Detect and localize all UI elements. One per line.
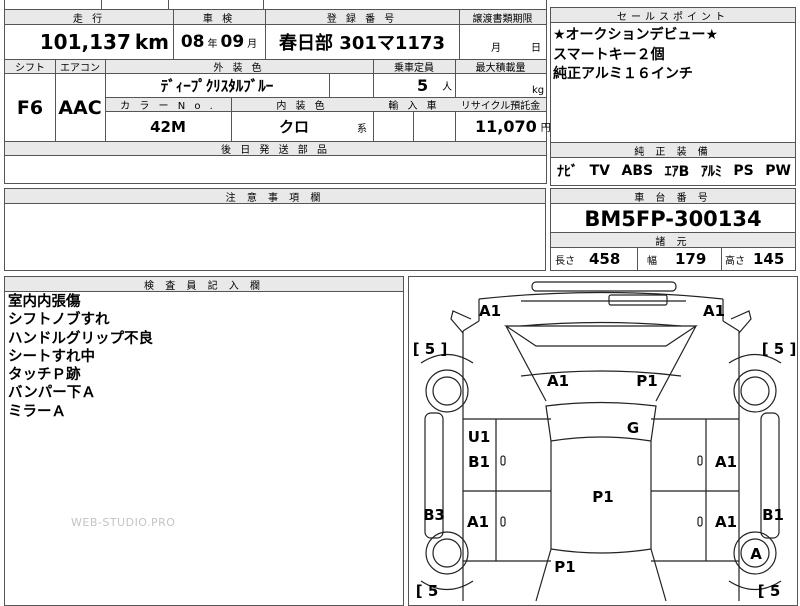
exterior-color-value: ﾃﾞｨｰﾌﾟｸﾘｽﾀﾙﾌﾞﾙｰ — [160, 77, 274, 95]
height-value: 145 — [753, 250, 785, 268]
inspector-note: シートすれ中 — [8, 348, 95, 365]
chassis-number: BM5FP-300134 — [584, 206, 762, 231]
max-load-header: 最大積載量 — [475, 63, 526, 74]
equipment-item: PW — [765, 163, 791, 179]
equipment-item: ﾅﾋﾞ — [557, 164, 578, 180]
width-field: 幅 179 — [647, 248, 706, 270]
recycle-field: 11,070 円 — [455, 112, 551, 141]
sales-point-box: セールスポイント ★オークションデビュー★ スマートキー２個 純正アルミ１６イン… — [550, 7, 796, 186]
damage-mark-trunk: P1 — [554, 558, 576, 576]
mileage-value: 101,137 — [39, 30, 131, 54]
shift-value: F6 — [16, 96, 44, 119]
watermark: WEB-STUDIO.PRO — [71, 516, 176, 529]
mileage-unit: km — [134, 30, 169, 54]
equipment-item: ｱﾙﾐ — [700, 164, 722, 180]
interior-color-value: クロ — [278, 118, 309, 136]
interior-color-header: 内 装 色 — [276, 101, 328, 112]
later-parts-header: 後 日 発 送 部 品 — [221, 145, 330, 156]
damage-mark-right-rear-door: A1 — [714, 513, 738, 531]
inspector-note: 室内内張傷 — [8, 294, 81, 310]
chassis-box: 車 台 番 号 BM5FP-300134 諸 元 長さ 458 幅 179 高さ… — [550, 188, 796, 271]
caution-box: 注 意 事 項 欄 — [4, 188, 546, 271]
aircon-value: AAC — [58, 96, 102, 119]
inspection-year-unit: 年 — [207, 38, 218, 50]
equipment-item: ｴｱB — [664, 164, 690, 180]
length-value: 458 — [589, 250, 621, 268]
shift-header: シフト — [15, 63, 45, 74]
equipment-header: 純 正 装 備 — [551, 142, 795, 158]
chassis-header: 車 台 番 号 — [551, 189, 795, 204]
height-label: 高さ — [725, 255, 745, 267]
damage-mark-left-rocker: B3 — [423, 506, 445, 524]
length-field: 長さ 458 — [555, 248, 620, 270]
inspector-header: 検 査 員 記 入 欄 — [5, 277, 403, 292]
sales-point-line: スマートキー２個 — [553, 46, 665, 63]
tyre-rear-left: [ 5 — [415, 582, 439, 600]
color-no-header: カ ラ ー N o . — [120, 101, 216, 112]
sales-point-line: ★オークションデビュー★ — [553, 27, 719, 43]
mileage-field: 101,137 km — [5, 25, 169, 59]
length-label: 長さ — [555, 255, 575, 267]
inspector-note: バンパー下Ａ — [8, 385, 96, 402]
inspector-box: 検 査 員 記 入 欄 室内内張傷 シフトノブすれ ハンドルグリップ不良 シート… — [4, 276, 404, 606]
damage-mark-left-front-door-b: B1 — [468, 453, 490, 471]
tyre-front-left: [ 5 ] — [412, 340, 448, 358]
damage-mark-left-rear-door: A1 — [466, 513, 490, 531]
equipment-item: TV — [589, 163, 610, 179]
inspection-year: 08 — [180, 32, 205, 52]
aircon-header: エアコン — [60, 63, 100, 74]
registration-number: 春日部 301マ1173 — [279, 33, 445, 54]
inspector-note: ハンドルグリップ不良 — [8, 330, 153, 347]
transfer-day-unit: 日 — [531, 43, 541, 54]
damage-mark-hood-left: A1 — [546, 372, 570, 390]
transfer-month-unit: 月 — [491, 43, 501, 54]
width-value: 179 — [675, 250, 707, 268]
equipment-item: ABS — [621, 163, 654, 179]
damage-mark-left-front-door-u: U1 — [467, 428, 491, 446]
sales-point-list: ★オークションデビュー★ スマートキー２個 純正アルミ１６インチ — [553, 26, 718, 85]
inspector-notes-list: 室内内張傷 シフトノブすれ ハンドルグリップ不良 シートすれ中 タッチＰ跡 バン… — [8, 293, 153, 421]
damage-mark-right-front-door: A1 — [714, 453, 738, 471]
color-no-value: 42M — [150, 117, 186, 136]
recycle-value: 11,070 — [475, 117, 537, 136]
capacity-unit: 人 — [442, 82, 453, 93]
damage-mark-mirror-right: A1 — [702, 302, 726, 320]
exterior-color-header: 外 装 色 — [213, 63, 265, 74]
tyre-front-right: [ 5 ] — [761, 340, 797, 358]
damage-mark-right-rocker: B1 — [762, 506, 784, 524]
recycle-header: リサイクル預託金 — [460, 101, 541, 112]
dims-header: 諸 元 — [551, 232, 795, 248]
inspection-field: 08 年 09 月 — [173, 25, 265, 59]
mileage-header: 走 行 — [72, 13, 106, 25]
vehicle-info-table: 走 行 車 検 登 録 番 号 譲渡書類期限 101,137 km 08 年 0… — [4, 0, 551, 184]
import-header: 輸 入 車 — [388, 101, 440, 112]
damage-mark-mirror-left: A1 — [478, 302, 502, 320]
damage-mark-windshield: G — [626, 419, 640, 437]
damage-mark-right-rear-wheel: A — [750, 545, 762, 563]
height-field: 高さ 145 — [725, 248, 784, 270]
capacity-field: 5 人 — [373, 74, 455, 97]
width-label: 幅 — [647, 255, 657, 267]
interior-color-unit: 系 — [357, 124, 367, 135]
caution-header: 注 意 事 項 欄 — [5, 189, 545, 204]
equipment-list: ﾅﾋﾞ TV ABS ｴｱB ｱﾙﾐ PS PW — [557, 158, 791, 184]
damage-mark-hood-right: P1 — [636, 372, 658, 390]
registration-header: 登 録 番 号 — [326, 13, 398, 25]
inspection-month-unit: 月 — [247, 38, 258, 50]
damage-mark-roof: P1 — [592, 488, 614, 506]
sales-point-line: 純正アルミ１６インチ — [553, 66, 693, 82]
tyre-rear-right: [ 5 — [757, 582, 781, 600]
inspector-note: タッチＰ跡 — [8, 367, 81, 384]
inspection-header: 車 検 — [202, 13, 236, 25]
inspector-note: シフトノブすれ — [8, 312, 110, 329]
capacity-header: 乗車定員 — [394, 63, 434, 74]
max-load-unit: kg — [532, 85, 545, 96]
car-damage-diagram: A1 A1 A1 P1 G U1 B1 A1 P1 B3 B1 A1 A1 A … — [408, 276, 798, 606]
capacity-value: 5 — [417, 76, 429, 95]
sales-point-header: セールスポイント — [551, 8, 795, 23]
transfer-doc-header: 譲渡書類期限 — [472, 13, 533, 25]
equipment-item: PS — [733, 163, 754, 179]
inspector-note: ミラーＡ — [8, 403, 66, 420]
inspection-month: 09 — [220, 32, 245, 52]
